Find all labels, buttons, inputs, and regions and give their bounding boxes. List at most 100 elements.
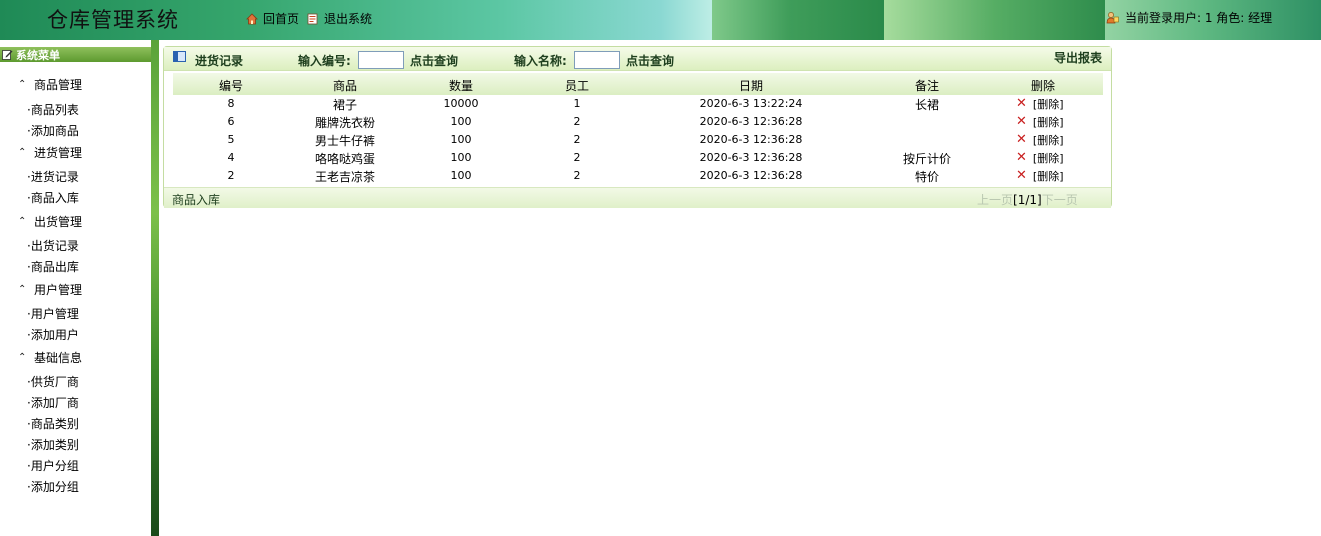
cell-product: 咯咯哒鸡蛋 [314, 152, 375, 166]
sidebar-group-shipment[interactable]: ⌃ 出货管理 [18, 213, 82, 230]
panel-title: 进货记录 [195, 54, 244, 68]
col-header-product: 商品 [332, 79, 357, 93]
sidebar-item-label: 供货厂商 [30, 375, 79, 389]
sidebar-item-label: 添加厂商 [30, 396, 79, 410]
sidebar-item-label: 商品入库 [30, 191, 79, 205]
menu-title: 系统菜单 [16, 48, 60, 62]
table-row: 2 王老吉凉茶 100 2 2020-6-3 12:36:28 特价 ✕ [删除] [173, 167, 1103, 185]
col-header-qty: 数量 [448, 79, 473, 93]
sidebar-item-user-manage[interactable]: ·用户管理 [27, 305, 79, 322]
current-user-info: 当前登录用户: 1 角色: 经理 [1106, 9, 1272, 26]
table-row: 6 雕牌洗衣粉 100 2 2020-6-3 12:36:28 ✕ [删除] [173, 113, 1103, 131]
sidebar-item-stock-out[interactable]: ·商品出库 [27, 258, 79, 275]
delete-link[interactable]: ✕ [删除] [1016, 96, 1064, 112]
home-icon [246, 12, 258, 24]
cell-qty: 100 [450, 169, 472, 182]
table-row: 8 裙子 10000 1 2020-6-3 13:22:24 长裙 ✕ [删除] [173, 95, 1103, 113]
logout-link[interactable]: 退出系统 [307, 10, 372, 27]
sidebar-group-product[interactable]: ⌃ 商品管理 [18, 76, 82, 93]
table-row: 4 咯咯哒鸡蛋 100 2 2020-6-3 12:36:28 按斤计价 ✕ [删… [173, 149, 1103, 167]
search-id-input[interactable] [358, 51, 404, 69]
purchase-records-panel: 进货记录 输入编号: 点击查询 输入名称: 点击查询 导出报表 编号 商品 数量… [163, 46, 1112, 208]
sidebar-item-label: 添加用户 [30, 328, 79, 342]
col-header-delete: 删除 [1030, 79, 1055, 93]
cell-id: 4 [227, 151, 235, 164]
chevron-up-icon: ⌃ [18, 215, 27, 227]
sidebar-item-label: 添加分组 [30, 480, 79, 494]
col-header-note: 备注 [914, 79, 939, 93]
menu-edit-icon [2, 50, 13, 60]
cell-product: 裙子 [332, 98, 357, 112]
user-info-text: 当前登录用户: 1 角色: 经理 [1125, 11, 1273, 25]
sidebar-item-shipment-records[interactable]: ·出货记录 [27, 237, 79, 254]
stock-in-link[interactable]: 商品入库 [172, 191, 220, 208]
sidebar-item-add-supplier[interactable]: ·添加厂商 [27, 394, 79, 411]
home-link[interactable]: 回首页 [246, 10, 299, 27]
table-row: 5 男士牛仔裤 100 2 2020-6-3 12:36:28 ✕ [删除] [173, 131, 1103, 149]
sidebar: 系统菜单 ⌃ 商品管理 ·商品列表 ·添加商品 ⌃ 进货管理 ·进货记录 ·商品… [0, 40, 151, 536]
sidebar-item-add-category[interactable]: ·添加类别 [27, 436, 79, 453]
sidebar-item-label: 出货记录 [30, 239, 79, 253]
sidebar-item-stock-in[interactable]: ·商品入库 [27, 189, 79, 206]
sidebar-item-product-list[interactable]: ·商品列表 [27, 101, 79, 118]
cell-qty: 10000 [443, 97, 479, 110]
delete-link[interactable]: ✕ [删除] [1016, 168, 1064, 184]
cell-note: 按斤计价 [902, 152, 951, 166]
sidebar-item-categories[interactable]: ·商品类别 [27, 415, 79, 432]
cell-id: 5 [227, 133, 235, 146]
sidebar-group-label: 商品管理 [34, 78, 83, 92]
cell-staff: 1 [573, 97, 581, 110]
cell-product: 男士牛仔裤 [314, 134, 375, 148]
sidebar-divider [151, 40, 159, 536]
chevron-up-icon: ⌃ [18, 283, 27, 295]
sidebar-group-label: 用户管理 [34, 283, 83, 297]
pagination: 上一页[1/1]下一页 [977, 191, 1078, 208]
search-name-label: 输入名称: [514, 54, 567, 68]
sidebar-group-basic-info[interactable]: ⌃ 基础信息 [18, 349, 82, 366]
top-header: 仓库管理系统 回首页 退出系统 当前登录用户: 1 角色: 经理 [0, 0, 1321, 40]
delete-label: [删除] [1032, 116, 1064, 129]
sidebar-group-user[interactable]: ⌃ 用户管理 [18, 281, 82, 298]
sidebar-group-label: 进货管理 [34, 146, 83, 160]
sidebar-group-purchase[interactable]: ⌃ 进货管理 [18, 144, 82, 161]
col-header-date: 日期 [738, 79, 763, 93]
cell-date: 2020-6-3 12:36:28 [699, 169, 803, 182]
delete-link[interactable]: ✕ [删除] [1016, 150, 1064, 166]
delete-link[interactable]: ✕ [删除] [1016, 114, 1064, 130]
cell-date: 2020-6-3 12:36:28 [699, 115, 803, 128]
sidebar-item-label: 商品出库 [30, 260, 79, 274]
home-label: 回首页 [263, 12, 300, 26]
cell-product: 王老吉凉茶 [314, 170, 375, 184]
next-page-link[interactable]: 下一页 [1042, 193, 1078, 207]
export-report-button[interactable]: 导出报表 [1054, 49, 1102, 66]
cell-id: 8 [227, 97, 235, 110]
logout-icon [307, 13, 318, 24]
sidebar-item-purchase-records[interactable]: ·进货记录 [27, 168, 79, 185]
cell-qty: 100 [450, 151, 472, 164]
cell-product: 雕牌洗衣粉 [314, 116, 375, 130]
cell-staff: 2 [573, 133, 581, 146]
sidebar-item-suppliers[interactable]: ·供货厂商 [27, 373, 79, 390]
sidebar-item-label: 用户管理 [30, 307, 79, 321]
cell-staff: 2 [573, 115, 581, 128]
search-name-button[interactable]: 点击查询 [626, 52, 674, 69]
sidebar-group-label: 基础信息 [34, 351, 83, 365]
sidebar-item-add-group[interactable]: ·添加分组 [27, 478, 79, 495]
sidebar-item-add-product[interactable]: ·添加商品 [27, 122, 79, 139]
delete-link[interactable]: ✕ [删除] [1016, 132, 1064, 148]
user-icon [1106, 12, 1119, 24]
sidebar-item-add-user[interactable]: ·添加用户 [27, 326, 79, 343]
cell-note: 长裙 [914, 98, 939, 112]
delete-label: [删除] [1032, 170, 1064, 183]
cell-qty: 100 [450, 115, 472, 128]
cell-note: 特价 [914, 170, 939, 184]
search-name-input[interactable] [574, 51, 620, 69]
sidebar-item-label: 添加商品 [30, 124, 79, 138]
cell-id: 6 [227, 115, 235, 128]
search-id-button[interactable]: 点击查询 [410, 52, 458, 69]
prev-page-link[interactable]: 上一页 [977, 193, 1013, 207]
delete-label: [删除] [1032, 134, 1064, 147]
sidebar-item-user-groups[interactable]: ·用户分组 [27, 457, 79, 474]
col-header-id: 编号 [218, 79, 243, 93]
panel-footer: 商品入库 上一页[1/1]下一页 [164, 187, 1111, 208]
